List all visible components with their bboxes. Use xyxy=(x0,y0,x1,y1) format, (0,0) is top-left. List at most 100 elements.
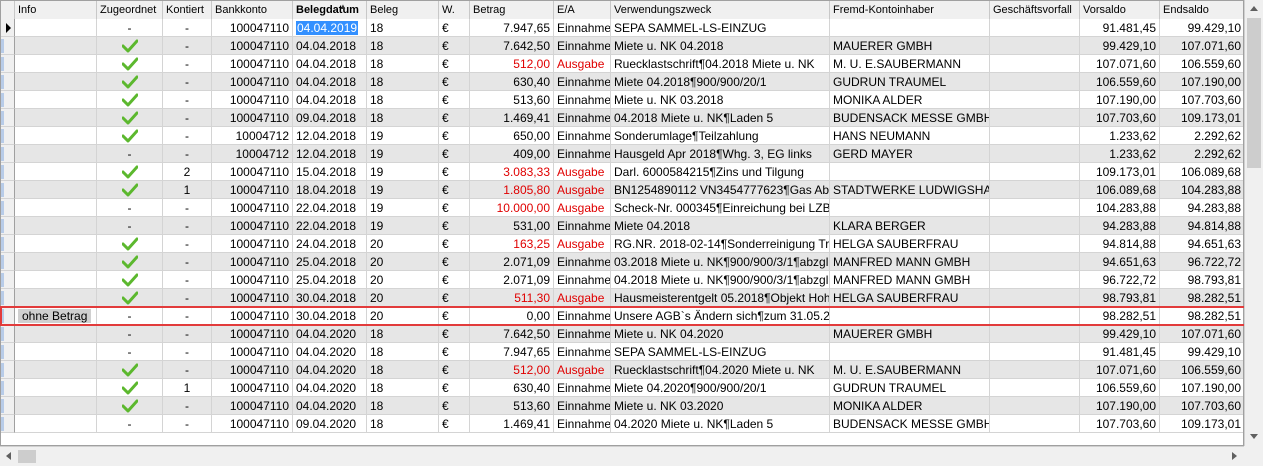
cell-assigned[interactable] xyxy=(97,253,163,271)
cell-opening-balance[interactable]: 99.429,10 xyxy=(1080,37,1160,55)
table-row[interactable]: 2 100047110 15.04.2018 19 €3.083,33 Ausgabe Da… xyxy=(1,163,1243,181)
cell-document-date[interactable]: 04.04.2018 xyxy=(293,73,367,91)
cell-bank-account[interactable]: 100047110 xyxy=(212,361,293,379)
cell-income-expense[interactable]: Ausgabe xyxy=(554,163,611,181)
cell-income-expense[interactable]: Einnahme xyxy=(554,37,611,55)
table-row[interactable]: 1 100047110 18.04.2018 19 €1.805,80 Ausgabe BN… xyxy=(1,181,1243,199)
table-row[interactable]: -100047110 24.04.2018 20 €163,25 Ausgabe RG.N… xyxy=(1,235,1243,253)
cell-document-date[interactable]: 04.04.2019 xyxy=(293,19,367,37)
cell-info[interactable] xyxy=(15,325,97,343)
cell-posted[interactable]: - xyxy=(163,145,212,163)
cell-document-date[interactable]: 09.04.2020 xyxy=(293,415,367,433)
cell-purpose[interactable]: BN1254890112 VN3454777623¶Gas Abschlag xyxy=(611,181,830,199)
row-indicator[interactable] xyxy=(1,37,15,55)
cell-counterparty[interactable]: KLARA BERGER xyxy=(830,217,990,235)
cell-assigned[interactable] xyxy=(97,361,163,379)
cell-bank-account[interactable]: 100047110 xyxy=(212,91,293,109)
cell-opening-balance[interactable]: 94.814,88 xyxy=(1080,235,1160,253)
cell-info[interactable] xyxy=(15,217,97,235)
cell-closing-balance[interactable]: 99.429,10 xyxy=(1160,19,1243,37)
cell-info[interactable] xyxy=(15,379,97,397)
cell-income-expense[interactable]: Einnahme xyxy=(554,145,611,163)
cell-bank-account[interactable]: 100047110 xyxy=(212,73,293,91)
cell-bank-account[interactable]: 100047110 xyxy=(212,37,293,55)
cell-opening-balance[interactable]: 1.233,62 xyxy=(1080,145,1160,163)
row-indicator[interactable] xyxy=(1,19,15,37)
chevron-left-icon[interactable] xyxy=(6,452,11,460)
cell-document-no[interactable]: 18 xyxy=(367,109,439,127)
cell-document-date[interactable]: 22.04.2018 xyxy=(293,217,367,235)
cell-bank-account[interactable]: 100047110 xyxy=(212,181,293,199)
cell-amount[interactable]: 7.947,65 xyxy=(470,343,554,361)
cell-bank-account[interactable]: 100047110 xyxy=(212,343,293,361)
cell-info[interactable] xyxy=(15,397,97,415)
table-row[interactable]: - -100047110 22.04.2018 19 €531,00 Einnahme Mi… xyxy=(1,217,1243,235)
cell-income-expense[interactable]: Ausgabe xyxy=(554,289,611,307)
row-indicator[interactable] xyxy=(1,127,15,145)
cell-counterparty[interactable] xyxy=(830,19,990,37)
row-indicator[interactable] xyxy=(1,55,15,73)
cell-currency[interactable]: € xyxy=(439,163,470,181)
cell-purpose[interactable]: 04.2020 Miete u. NK¶Laden 5 xyxy=(611,415,830,433)
cell-info[interactable] xyxy=(15,145,97,163)
cell-income-expense[interactable]: Einnahme xyxy=(554,253,611,271)
cell-amount[interactable]: 513,60 xyxy=(470,397,554,415)
cell-purpose[interactable]: 03.2018 Miete u. NK¶900/900/3/1¶abzgl. 2… xyxy=(611,253,830,271)
cell-purpose[interactable]: 04.2018 Miete u. NK¶Laden 5 xyxy=(611,109,830,127)
table-row[interactable]: -100047110 25.04.2018 20 €2.071,09 Einnahme 0… xyxy=(1,271,1243,289)
cell-document-date[interactable]: 25.04.2018 xyxy=(293,253,367,271)
cell-bank-account[interactable]: 100047110 xyxy=(212,397,293,415)
cell-bank-account[interactable]: 100047110 xyxy=(212,271,293,289)
table-row[interactable]: - -100047110 04.04.2020 18 €7.642,50 Einnahme… xyxy=(1,325,1243,343)
table-row[interactable]: -100047110 04.04.2020 18 €512,00 Ausgabe Ruec… xyxy=(1,361,1243,379)
cell-amount[interactable]: 2.071,09 xyxy=(470,253,554,271)
cell-posted[interactable]: - xyxy=(163,217,212,235)
cell-document-no[interactable]: 18 xyxy=(367,343,439,361)
cell-posted[interactable]: 1 xyxy=(163,379,212,397)
cell-business-case[interactable] xyxy=(990,289,1080,307)
cell-income-expense[interactable]: Einnahme xyxy=(554,73,611,91)
cell-business-case[interactable] xyxy=(990,235,1080,253)
cell-document-no[interactable]: 18 xyxy=(367,361,439,379)
cell-currency[interactable]: € xyxy=(439,325,470,343)
cell-assigned[interactable]: - xyxy=(97,343,163,361)
cell-purpose[interactable]: Hausgeld Apr 2018¶Whg. 3, EG links xyxy=(611,145,830,163)
cell-info[interactable] xyxy=(15,343,97,361)
cell-document-date[interactable]: 04.04.2020 xyxy=(293,397,367,415)
cell-purpose[interactable]: Scheck-Nr. 000345¶Einreichung bei LZB xyxy=(611,199,830,217)
cell-opening-balance[interactable]: 1.233,62 xyxy=(1080,127,1160,145)
cell-posted[interactable]: - xyxy=(163,19,212,37)
cell-bank-account[interactable]: 100047110 xyxy=(212,199,293,217)
cell-business-case[interactable] xyxy=(990,361,1080,379)
cell-amount[interactable]: 630,40 xyxy=(470,73,554,91)
table-row[interactable]: -100047110 09.04.2018 18 €1.469,41 Einnahme 0… xyxy=(1,109,1243,127)
cell-business-case[interactable] xyxy=(990,199,1080,217)
cell-counterparty[interactable]: M. U. E.SAUBERMANN xyxy=(830,361,990,379)
cell-posted[interactable]: - xyxy=(163,361,212,379)
cell-opening-balance[interactable]: 109.173,01 xyxy=(1080,163,1160,181)
cell-posted[interactable]: - xyxy=(163,37,212,55)
cell-bank-account[interactable]: 100047110 xyxy=(212,325,293,343)
row-indicator[interactable] xyxy=(1,199,15,217)
cell-closing-balance[interactable]: 94.651,63 xyxy=(1160,235,1243,253)
cell-counterparty[interactable] xyxy=(830,343,990,361)
column-header-amount[interactable]: Betrag xyxy=(470,1,554,19)
cell-posted[interactable]: 1 xyxy=(163,181,212,199)
cell-purpose[interactable]: Miete u. NK 04.2018 xyxy=(611,37,830,55)
cell-counterparty[interactable]: MAUERER GMBH xyxy=(830,325,990,343)
cell-document-date[interactable]: 04.04.2020 xyxy=(293,343,367,361)
cell-business-case[interactable] xyxy=(990,415,1080,433)
cell-business-case[interactable] xyxy=(990,217,1080,235)
table-row[interactable]: -100047110 04.04.2020 18 €513,60 Einnahme Mie… xyxy=(1,397,1243,415)
cell-currency[interactable]: € xyxy=(439,19,470,37)
cell-business-case[interactable] xyxy=(990,73,1080,91)
cell-purpose[interactable]: 04.2018 Miete u. NK¶900/900/3/1¶abzgl. 2… xyxy=(611,271,830,289)
cell-bank-account[interactable]: 100047110 xyxy=(212,19,293,37)
cell-income-expense[interactable]: Einnahme xyxy=(554,343,611,361)
cell-document-no[interactable]: 19 xyxy=(367,145,439,163)
cell-opening-balance[interactable]: 99.429,10 xyxy=(1080,325,1160,343)
cell-currency[interactable]: € xyxy=(439,55,470,73)
cell-income-expense[interactable]: Einnahme xyxy=(554,109,611,127)
cell-posted[interactable]: - xyxy=(163,325,212,343)
cell-business-case[interactable] xyxy=(990,55,1080,73)
